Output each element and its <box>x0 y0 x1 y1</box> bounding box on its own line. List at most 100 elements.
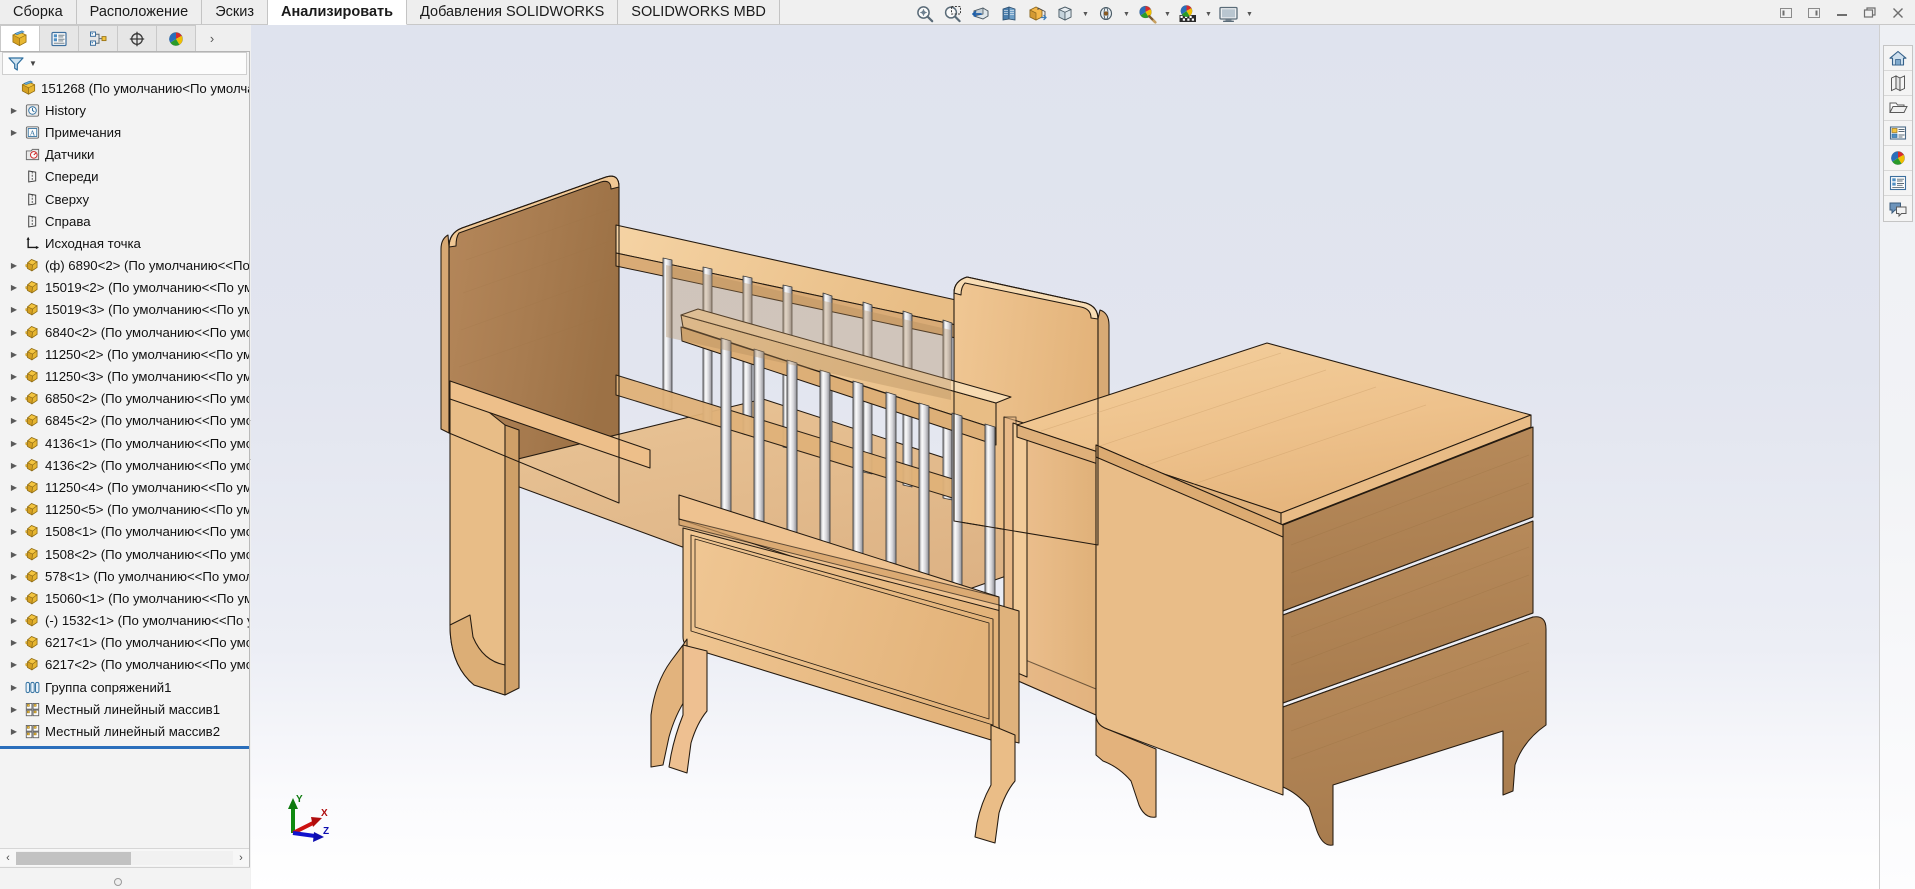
filter-dropdown-arrow[interactable]: ▼ <box>29 59 37 68</box>
expand-twisty[interactable]: ▶ <box>6 594 22 603</box>
tree-item[interactable]: Спереди <box>0 166 249 188</box>
chevron-down-icon[interactable]: ▼ <box>1162 3 1173 25</box>
section-view-icon[interactable] <box>968 3 994 25</box>
expand-twisty[interactable]: ▶ <box>6 505 22 514</box>
expand-twisty[interactable]: ▶ <box>6 705 22 714</box>
ribbon-tab-mbd[interactable]: SOLIDWORKS MBD <box>618 0 780 24</box>
open-folder-icon[interactable] <box>1883 96 1912 121</box>
expand-twisty[interactable]: ▶ <box>6 350 22 359</box>
chevron-down-icon[interactable]: ▼ <box>1080 3 1091 25</box>
scroll-track[interactable] <box>16 850 233 865</box>
apply-scene-icon[interactable] <box>1134 3 1160 25</box>
chevron-down-icon[interactable]: ▼ <box>1244 3 1255 25</box>
tree-item[interactable]: ▶ 11250<4> (По умолчанию<<По умо <box>0 476 249 498</box>
tree-item[interactable]: ▶ 4136<2> (По умолчанию<<По умол <box>0 454 249 476</box>
feature-manager-tab[interactable] <box>0 25 40 51</box>
ribbon-tab-sketch[interactable]: Эскиз <box>202 0 268 24</box>
feature-tree-filter[interactable]: ▼ <box>2 52 247 75</box>
expand-twisty[interactable]: ▶ <box>6 483 22 492</box>
display-style-icon[interactable] <box>1024 3 1050 25</box>
chevron-down-icon[interactable]: ▼ <box>1121 3 1132 25</box>
tree-item[interactable]: Сверху <box>0 188 249 210</box>
expand-twisty[interactable]: ▶ <box>6 372 22 381</box>
tree-item[interactable]: ▶ 1508<2> (По умолчанию<<По умол <box>0 543 249 565</box>
tree-horizontal-scrollbar[interactable]: ‹ › <box>0 848 249 866</box>
tree-item[interactable]: ▶ 15060<1> (По умолчанию<<По умо <box>0 587 249 609</box>
scroll-left-icon[interactable]: ‹ <box>0 849 16 867</box>
expand-twisty[interactable]: ▶ <box>6 683 22 692</box>
expand-twisty[interactable]: ▶ <box>6 638 22 647</box>
expand-twisty[interactable]: ▶ <box>6 328 22 337</box>
restore-left-icon[interactable] <box>1773 2 1799 24</box>
expand-twisty[interactable]: ▶ <box>6 416 22 425</box>
expand-twisty[interactable]: ▶ <box>6 572 22 581</box>
tree-item[interactable]: ▶ 15019<2> (По умолчанию<<По умо <box>0 277 249 299</box>
tree-item[interactable]: ▶ 6840<2> (По умолчанию<<По умол <box>0 321 249 343</box>
tree-item[interactable]: ▶ 6845<2> (По умолчанию<<По умол <box>0 410 249 432</box>
expand-twisty[interactable]: ▶ <box>6 550 22 559</box>
rollback-bar[interactable] <box>0 746 249 749</box>
chevron-down-icon[interactable]: ▼ <box>1203 3 1214 25</box>
tree-item[interactable]: ▶ 6217<2> (По умолчанию<<По умол <box>0 654 249 676</box>
expand-twisty[interactable]: ▶ <box>6 527 22 536</box>
expand-twisty[interactable]: ▶ <box>6 461 22 470</box>
edit-appearance-icon[interactable] <box>1093 3 1119 25</box>
appearances-panel-icon[interactable] <box>1883 121 1912 146</box>
expand-twisty[interactable]: ▶ <box>6 660 22 669</box>
tree-item[interactable]: ▶ (-) 1532<1> (По умолчанию<<По у <box>0 610 249 632</box>
expand-twisty[interactable]: ▶ <box>6 305 22 314</box>
tree-item[interactable]: ▶ A Примечания <box>0 121 249 143</box>
restore-right-icon[interactable] <box>1801 2 1827 24</box>
expand-twisty[interactable]: ▶ <box>6 283 22 292</box>
tree-item[interactable]: ▶ 1508<1> (По умолчанию<<По умол <box>0 521 249 543</box>
scroll-right-icon[interactable]: › <box>233 849 249 867</box>
tree-item[interactable]: ▶ 11250<2> (По умолчанию<<По умо <box>0 343 249 365</box>
tree-item[interactable]: ▶ 11250<3> (По умолчанию<<По умо <box>0 365 249 387</box>
graphics-viewport[interactable] <box>251 25 1879 889</box>
expand-twisty[interactable]: ▶ <box>6 261 22 270</box>
tree-item[interactable]: ▶ (ф) 6890<2> (По умолчанию<<По у <box>0 255 249 277</box>
display-manager-tab[interactable] <box>156 25 196 51</box>
custom-properties-icon[interactable] <box>1883 171 1912 196</box>
zoom-to-area-icon[interactable] <box>940 3 966 25</box>
tree-item[interactable]: ▶ 578<1> (По умолчанию<<По умолч <box>0 565 249 587</box>
view-orientation-icon[interactable] <box>996 3 1022 25</box>
ribbon-tab-evaluate[interactable]: Анализировать <box>267 0 408 25</box>
tree-item[interactable]: ▶ 6850<2> (По умолчанию<<По умол <box>0 388 249 410</box>
panel-tabs-more-button[interactable]: › <box>195 25 229 51</box>
tree-item[interactable]: Датчики <box>0 144 249 166</box>
expand-twisty[interactable]: ▶ <box>6 128 22 137</box>
expand-twisty[interactable]: ▶ <box>6 616 22 625</box>
tree-item[interactable]: ▶ Местный линейный массив2 <box>0 720 249 742</box>
expand-twisty[interactable]: ▶ <box>6 106 22 115</box>
tree-item[interactable]: ▶ 15019<3> (По умолчанию<<По умо <box>0 299 249 321</box>
expand-twisty[interactable]: ▶ <box>6 439 22 448</box>
view-settings-icon[interactable] <box>1175 3 1201 25</box>
tree-root-assembly[interactable]: 151268 (По умолчанию<По умолчанию <box>0 77 249 99</box>
display-states-icon[interactable] <box>1883 146 1912 171</box>
view-home-icon[interactable] <box>1883 46 1912 71</box>
close-icon[interactable] <box>1885 2 1911 24</box>
zoom-to-fit-icon[interactable] <box>912 3 938 25</box>
tree-item[interactable]: ▶ History <box>0 99 249 121</box>
feature-manager-tree[interactable]: 151268 (По умолчанию<По умолчанию ▶ Histo… <box>0 77 249 867</box>
minimize-icon[interactable] <box>1829 2 1855 24</box>
tree-item[interactable]: ▶ 4136<1> (По умолчанию<<По умол <box>0 432 249 454</box>
tree-item[interactable]: ▶ 11250<5> (По умолчанию<<По умо <box>0 499 249 521</box>
tree-item[interactable]: Справа <box>0 210 249 232</box>
ribbon-tab-addins[interactable]: Добавления SOLIDWORKS <box>407 0 619 24</box>
maximize-icon[interactable] <box>1857 2 1883 24</box>
scroll-thumb[interactable] <box>16 851 131 865</box>
tree-item[interactable]: ▶ Группа сопряжений1 <box>0 676 249 698</box>
ribbon-tab-assembly[interactable]: Сборка <box>0 0 77 24</box>
expand-twisty[interactable]: ▶ <box>6 394 22 403</box>
tree-item[interactable]: Исходная точка <box>0 232 249 254</box>
annotations-panel-icon[interactable] <box>1884 196 1912 221</box>
hide-show-items-icon[interactable] <box>1052 3 1078 25</box>
tree-item[interactable]: ▶ 6217<1> (По умолчанию<<По умол <box>0 632 249 654</box>
property-manager-tab[interactable] <box>39 25 79 51</box>
feature-manager-tree-icon[interactable] <box>1883 71 1912 96</box>
ribbon-tab-layout[interactable]: Расположение <box>76 0 203 24</box>
configuration-manager-tab[interactable] <box>78 25 118 51</box>
display-panel-icon[interactable] <box>1216 3 1242 25</box>
